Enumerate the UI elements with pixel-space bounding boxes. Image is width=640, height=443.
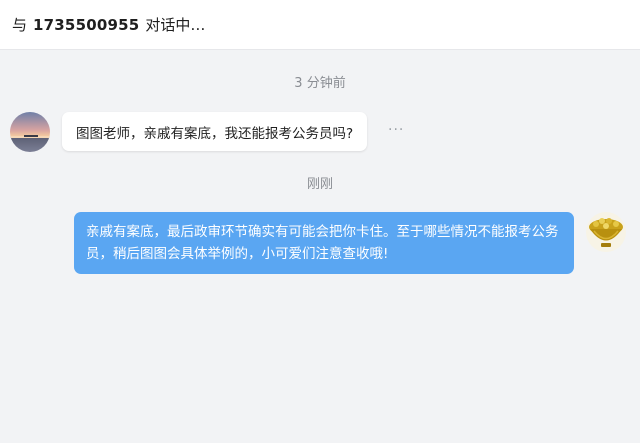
chat-status: 对话中… — [145, 16, 206, 34]
agent-avatar[interactable] — [586, 212, 626, 252]
incoming-message-text: 图图老师，亲戚有案底，我还能报考公务员吗? — [76, 125, 354, 142]
outgoing-message-text: 亲戚有案底，最后政审环节确实有可能会把你卡住。至于哪些情况不能报考公务员，稍后图… — [86, 224, 559, 262]
golden-bowl-icon — [586, 212, 626, 252]
header-prefix: 与 — [12, 16, 28, 34]
contact-phone-number: 1735500955 — [33, 15, 140, 34]
more-options-icon[interactable]: ··· — [388, 122, 404, 138]
message-timestamp: 3 分钟前 — [294, 76, 346, 91]
incoming-message-bubble: 图图老师，亲戚有案底，我还能报考公务员吗? — [62, 112, 368, 151]
chat-header: 与 1735500955 对话中… — [0, 0, 640, 50]
outgoing-message-bubble: 亲戚有案底，最后政审环节确实有可能会把你卡住。至于哪些情况不能报考公务员，稍后图… — [74, 212, 574, 274]
user-avatar[interactable] — [10, 112, 50, 152]
message-timestamp: 刚刚 — [306, 177, 333, 192]
sunset-photo-icon — [10, 112, 50, 152]
